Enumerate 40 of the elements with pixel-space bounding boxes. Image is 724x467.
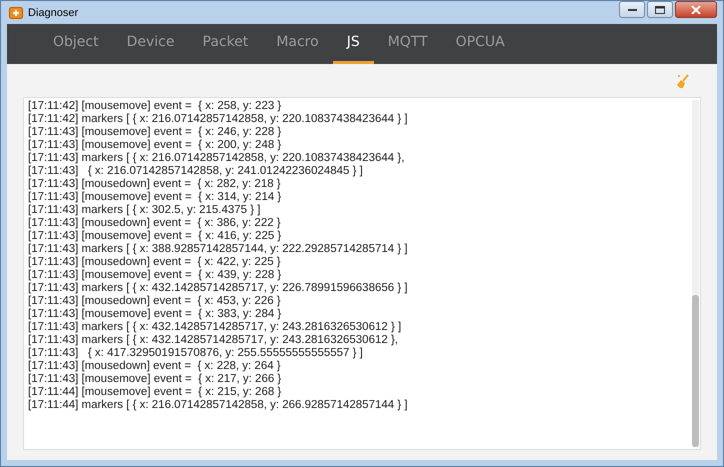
log-line: [17:11:42] markers [ { x: 216.07142857142858, y: 220.10837438423644 } ] [28,113,408,126]
close-button[interactable] [675,1,717,18]
log-line: [17:11:43] [mousedown] event = { x: 282, y: 218 } [28,178,281,191]
log-line: [17:11:43] [mousemove] event = { x: 217, y: 266 } [28,373,282,386]
minimize-icon [628,8,636,12]
log-line: [17:11:43] markers [ { x: 388.92857142857144, y: 222.29285714285714 } ] [28,243,408,256]
app-icon [9,6,23,18]
window-title: Diagnoser [28,6,78,18]
minimize-button[interactable] [619,1,645,18]
scrollbar-thumb[interactable] [692,295,699,447]
log-line: [17:11:43] [mousemove] event = { x: 200, y: 248 } [28,139,282,152]
log-line: [17:11:43] [mousemove] event = { x: 439, y: 228 } [28,269,282,282]
maximize-icon [655,6,665,14]
tab[interactable]: Macro [262,24,333,64]
tab[interactable]: Packet [188,24,262,64]
log-line: [17:11:44] [mousemove] event = { x: 215, y: 268 } [28,386,282,399]
log-line: [17:11:43] [mousedown] event = { x: 386, y: 222 } [28,217,281,230]
tab[interactable]: MQTT [374,24,442,64]
log-line: [17:11:43] [mousemove] event = { x: 246, y: 228 } [28,126,282,139]
log-line: [17:11:43] markers [ { x: 432.14285714285717, y: 226.78991596638656 } ] [28,282,408,295]
close-icon [691,6,701,14]
log-line: [17:11:43] markers [ { x: 432.14285714285717, y: 243.2816326530612 } ] [28,321,402,334]
log-line: [17:11:43] [mousedown] event = { x: 422, y: 225 } [28,256,281,269]
log-line: [17:11:43] [mousemove] event = { x: 416, y: 225 } [28,230,282,243]
log-line: [17:11:43] [mousedown] event = { x: 453, y: 226 } [28,295,281,308]
scrollbar[interactable] [692,100,699,447]
tab[interactable]: Device [112,24,188,64]
tab[interactable]: OPCUA [442,24,519,64]
log-line: [17:11:43] markers [ { x: 432.14285714285717, y: 243.2816326530612 }, [28,334,398,347]
log-line: [17:11:43] markers [ { x: 302.5, y: 215.4375 } ] [28,204,260,217]
log-line: [17:11:43] [mousedown] event = { x: 228, y: 264 } [28,360,281,373]
log-line: [17:11:42] [mousemove] event = { x: 258, y: 223 } [28,100,282,113]
log-line: [17:11:43] [mousemove] event = { x: 314, y: 214 } [28,191,282,204]
log-line: [17:11:43] { x: 417.32950191570876, y: 255.55555555555557 } ] [28,347,363,360]
log-line: [17:11:44] markers [ { x: 216.07142857142858, y: 266.92857142857144 } ] [28,399,408,412]
log-line: [17:11:43] [mousemove] event = { x: 383, y: 284 } [28,308,282,321]
tab[interactable]: Object [39,24,113,64]
maximize-button[interactable] [647,1,673,18]
log-line: [17:11:43] { x: 216.07142857142858, y: 241.01242236024845 } ] [28,165,363,178]
log-line: [17:11:43] markers [ { x: 216.07142857142858, y: 220.10837438423644 }, [28,152,404,165]
